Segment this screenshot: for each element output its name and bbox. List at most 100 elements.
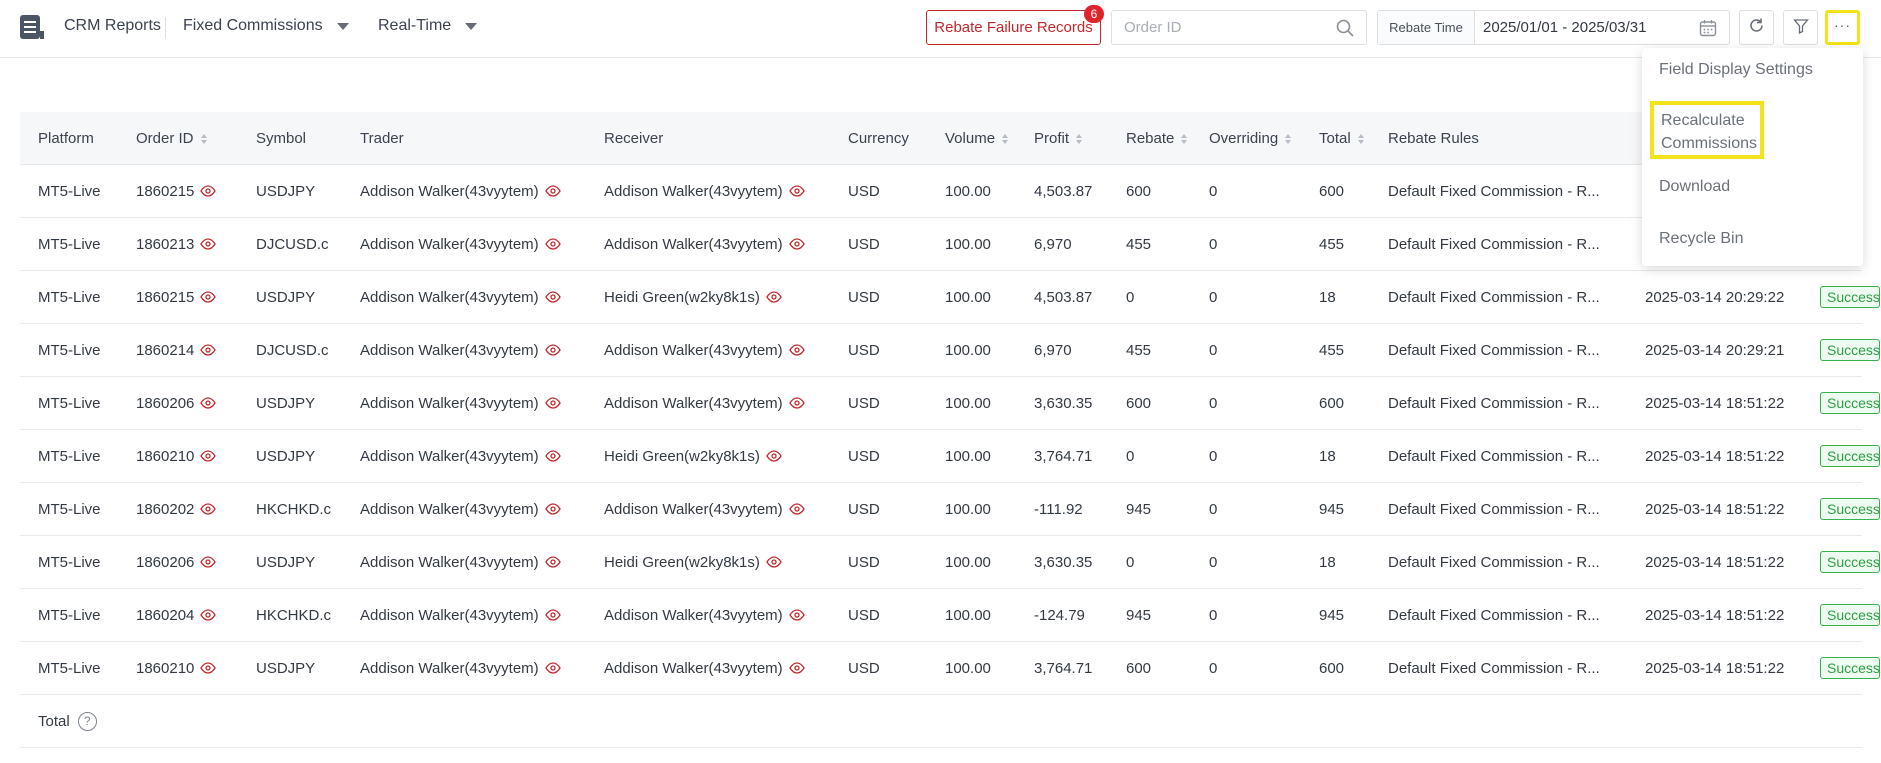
sort-icon[interactable] [1285, 133, 1292, 144]
eye-icon[interactable] [200, 662, 217, 674]
cell-volume-text: 100.00 [945, 341, 991, 359]
cell-profit: 3,630.35 [1034, 377, 1092, 429]
app-title[interactable]: CRM Reports [64, 17, 161, 35]
cell-symbol-text: USDJPY [256, 659, 316, 677]
cell-volume-text: 100.00 [945, 553, 991, 571]
eye-icon[interactable] [200, 344, 217, 356]
more-options-button[interactable]: ··· [1825, 10, 1860, 45]
cell-trader-text: Addison Walker(43vyytem) [360, 288, 539, 306]
cell-platform-text: MT5-Live [38, 394, 101, 412]
mode-dropdown[interactable]: Real-Time [378, 17, 478, 35]
col-total[interactable]: Total [1319, 112, 1364, 165]
menu-logo-icon[interactable] [19, 14, 44, 40]
cell-total-text: 945 [1319, 606, 1345, 624]
help-icon[interactable]: ? [77, 711, 97, 731]
cell-currency: USD [848, 218, 880, 270]
eye-icon[interactable] [544, 344, 561, 356]
menu-item-recycle-bin[interactable]: Recycle Bin [1659, 230, 1743, 248]
eye-icon[interactable] [766, 291, 782, 303]
sort-icon[interactable] [200, 133, 207, 144]
cell-total-text: 600 [1319, 394, 1345, 412]
cell-overriding: 0 [1209, 271, 1217, 323]
eye-icon[interactable] [200, 291, 217, 303]
order-id-search[interactable] [1111, 10, 1367, 45]
cell-order-id-text: 1860204 [136, 606, 195, 624]
menu-item-recalculate-commissions[interactable]: Recalculate Commissions [1650, 101, 1764, 159]
sort-icon[interactable] [1002, 133, 1009, 144]
cell-platform: MT5-Live [38, 536, 101, 588]
sort-icon[interactable] [1076, 133, 1083, 144]
order-id-input[interactable] [1124, 12, 1334, 43]
eye-icon[interactable] [200, 503, 217, 515]
cell-rebate-rule: Default Fixed Commission - R... [1388, 642, 1600, 694]
search-icon[interactable] [1336, 19, 1354, 41]
sort-icon[interactable] [1181, 133, 1188, 144]
cell-profit-text: 3,630.35 [1034, 553, 1093, 571]
eye-icon[interactable] [544, 450, 561, 462]
eye-icon[interactable] [766, 450, 782, 462]
cell-rebate-time-text: 2025-03-14 18:51:22 [1645, 447, 1785, 465]
cell-total: 600 [1319, 377, 1344, 429]
col-volume[interactable]: Volume [945, 112, 1009, 165]
eye-icon[interactable] [788, 609, 805, 621]
cell-volume-text: 100.00 [945, 394, 991, 412]
table-row: MT5-Live 1860215 USDJPY Addison Walker(43vy… [20, 271, 1880, 324]
eye-icon[interactable] [544, 609, 561, 621]
cell-rebate: 0 [1126, 430, 1134, 482]
cell-platform-text: MT5-Live [38, 182, 101, 200]
eye-icon[interactable] [788, 397, 805, 409]
menu-item-download[interactable]: Download [1659, 178, 1730, 196]
col-rebate[interactable]: Rebate [1126, 112, 1188, 165]
cell-currency: USD [848, 430, 880, 482]
cell-platform: MT5-Live [38, 589, 101, 641]
cell-order-id-text: 1860206 [136, 553, 195, 571]
refresh-icon [1748, 17, 1765, 38]
eye-icon[interactable] [200, 238, 217, 250]
eye-icon[interactable] [788, 503, 805, 515]
cell-order-id-text: 1860202 [136, 500, 195, 518]
col-overriding[interactable]: Overriding [1209, 112, 1292, 165]
cell-trader: Addison Walker(43vyytem) [360, 377, 561, 429]
eye-icon[interactable] [788, 238, 805, 250]
cell-currency: USD [848, 642, 880, 694]
cell-rebate-text: 600 [1126, 659, 1152, 677]
eye-icon[interactable] [200, 397, 217, 409]
eye-icon[interactable] [200, 185, 217, 197]
refresh-button[interactable] [1739, 10, 1774, 45]
cell-volume: 100.00 [945, 642, 991, 694]
col-profit[interactable]: Profit [1034, 112, 1083, 165]
eye-icon[interactable] [544, 662, 561, 674]
cell-receiver-text: Addison Walker(43vyytem) [604, 500, 783, 518]
cell-receiver: Addison Walker(43vyytem) [604, 165, 805, 217]
rebate-failure-records-button[interactable]: Rebate Failure Records 6 [926, 5, 1104, 45]
cell-platform-text: MT5-Live [38, 341, 101, 359]
sort-icon[interactable] [1357, 133, 1364, 144]
eye-icon[interactable] [544, 185, 561, 197]
eye-icon[interactable] [544, 238, 561, 250]
cell-rebate-time: 2025-03-14 18:51:22 [1645, 430, 1784, 482]
eye-icon[interactable] [788, 344, 805, 356]
eye-icon[interactable] [788, 662, 805, 674]
col-label: Platform [38, 130, 94, 147]
eye-icon[interactable] [766, 556, 782, 568]
rebate-time-range[interactable]: Rebate Time 2025/01/01 - 2025/03/31 [1377, 10, 1730, 45]
eye-icon[interactable] [200, 450, 217, 462]
cell-receiver: Addison Walker(43vyytem) [604, 377, 805, 429]
cell-profit-text: -124.79 [1034, 606, 1085, 624]
menu-item-field-display-settings[interactable]: Field Display Settings [1659, 61, 1813, 79]
eye-icon[interactable] [788, 185, 805, 197]
date-range-value[interactable]: 2025/01/01 - 2025/03/31 [1483, 19, 1646, 36]
report-type-dropdown[interactable]: Fixed Commissions [183, 17, 349, 35]
eye-icon[interactable] [544, 503, 561, 515]
calendar-icon[interactable] [1699, 19, 1717, 41]
eye-icon[interactable] [544, 556, 561, 568]
filter-button[interactable] [1783, 10, 1818, 45]
eye-icon[interactable] [200, 609, 217, 621]
eye-icon[interactable] [544, 397, 561, 409]
cell-rebate-rule: Default Fixed Commission - R... [1388, 324, 1600, 376]
col-order-id[interactable]: Order ID [136, 112, 207, 165]
eye-icon[interactable] [544, 291, 561, 303]
cell-rebate-text: 455 [1126, 341, 1152, 359]
cell-trader: Addison Walker(43vyytem) [360, 642, 561, 694]
eye-icon[interactable] [200, 556, 217, 568]
